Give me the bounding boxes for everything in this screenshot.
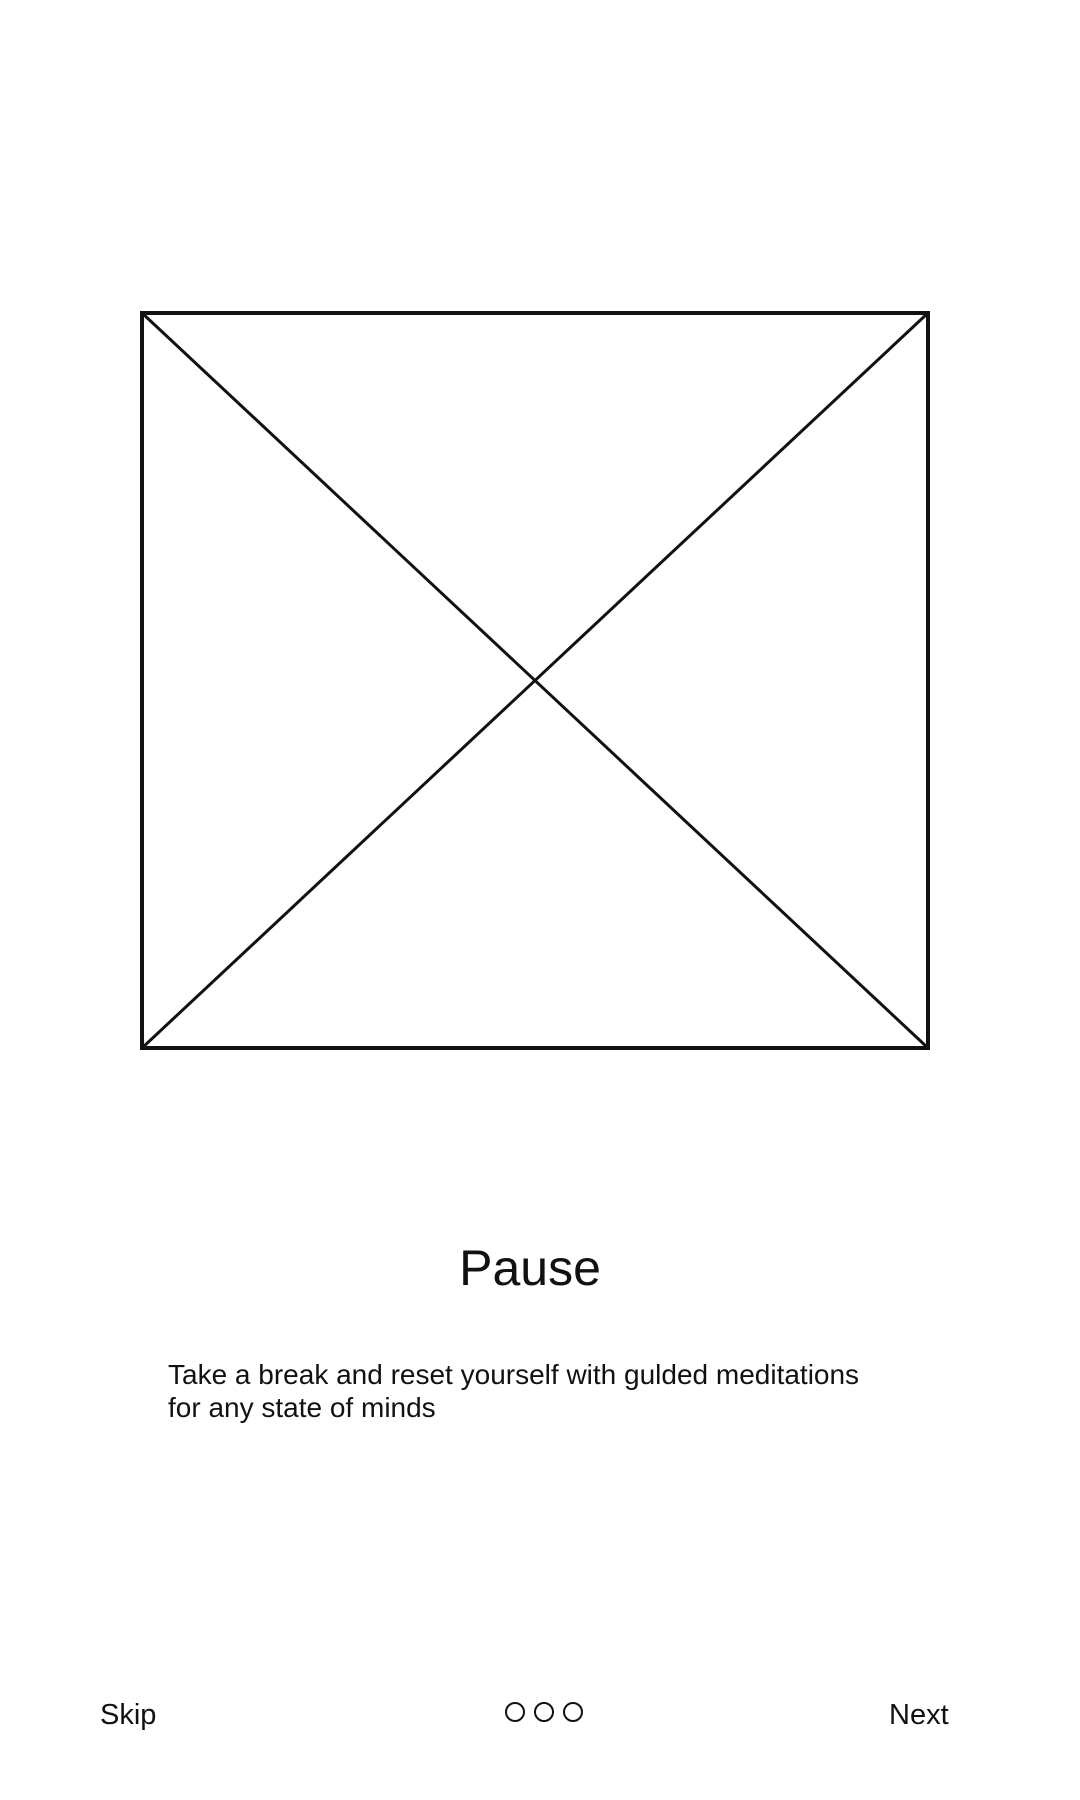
next-button[interactable]: Next (889, 1690, 949, 1740)
page-title: Pause (459, 1240, 601, 1296)
onboarding-description: Take a break and reset yourself with gul… (168, 1358, 968, 1424)
description-line-2: for any state of minds (168, 1392, 436, 1423)
image-placeholder-icon (140, 311, 930, 1050)
page-dot-2[interactable] (534, 1702, 554, 1722)
skip-button[interactable]: Skip (100, 1690, 156, 1740)
page-dot-1[interactable] (505, 1702, 525, 1722)
page-dot-3[interactable] (563, 1702, 583, 1722)
page-indicator (505, 1702, 583, 1722)
onboarding-footer: Skip Next (0, 1690, 1080, 1740)
onboarding-screen: Pause Take a break and reset yourself wi… (0, 0, 1080, 1800)
description-line-1: Take a break and reset yourself with gul… (168, 1359, 860, 1390)
